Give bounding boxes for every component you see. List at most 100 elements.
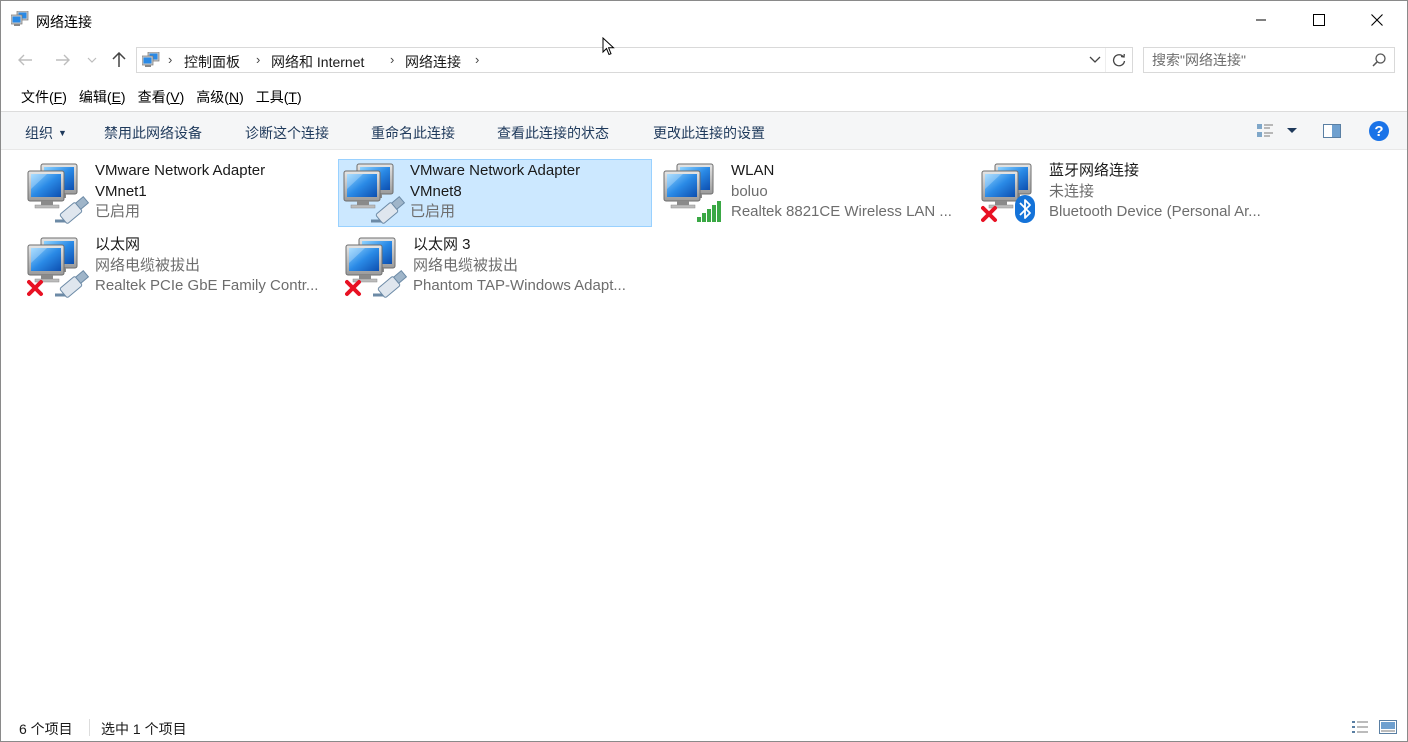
details-view-button[interactable] xyxy=(1351,719,1369,740)
tiles-view-icon xyxy=(1257,124,1273,137)
connection-bluetooth[interactable]: 蓝牙网络连接 未连接 Bluetooth Device (Personal Ar… xyxy=(961,159,1275,227)
up-button[interactable] xyxy=(106,47,132,73)
connection-status: 已启用 xyxy=(95,203,141,220)
help-button[interactable]: ? xyxy=(1368,120,1390,142)
menu-view-tail: ) xyxy=(179,89,185,105)
maximize-icon xyxy=(1313,14,1325,26)
menu-view[interactable]: 查看(V) xyxy=(134,81,193,111)
change-settings-button[interactable]: 更改此连接的设置 xyxy=(653,123,765,143)
connection-device: Phantom TAP-Windows Adapt... xyxy=(413,277,626,294)
network-connections-window: 网络连接 › 控制面板 › 网络和 Internet › 网络连接 › 搜索"网… xyxy=(0,0,1408,742)
back-button[interactable] xyxy=(12,47,38,73)
mouse-cursor-icon xyxy=(602,37,615,56)
forward-button[interactable] xyxy=(50,47,76,73)
close-icon xyxy=(1371,14,1383,26)
maximize-button[interactable] xyxy=(1290,1,1348,39)
organize-button[interactable]: 组织 ▼ xyxy=(25,123,67,143)
view-status-button[interactable]: 查看此连接的状态 xyxy=(497,123,609,143)
menu-view-accesskey: V xyxy=(170,89,180,105)
details-view-icon xyxy=(1352,721,1368,733)
breadcrumb-control-panel[interactable]: 控制面板 xyxy=(184,52,240,72)
change-view-button[interactable] xyxy=(1256,120,1298,142)
connection-name: VMware Network Adapter xyxy=(410,162,581,179)
menu-file-label: 文件( xyxy=(21,89,54,105)
menu-advanced-accesskey: N xyxy=(228,89,240,105)
menu-tools[interactable]: 工具(T) xyxy=(252,81,310,111)
arrow-left-icon xyxy=(18,54,32,66)
connection-vmnet1[interactable]: VMware Network Adapter VMnet1 已启用 xyxy=(7,159,321,227)
connection-device: Bluetooth Device (Personal Ar... xyxy=(1049,203,1261,220)
connection-name: 蓝牙网络连接 xyxy=(1049,162,1140,179)
menu-edit-tail: ) xyxy=(120,89,126,105)
search-icon[interactable] xyxy=(1372,53,1386,67)
connection-vmnet8[interactable]: VMware Network Adapter VMnet8 已启用 xyxy=(338,159,652,227)
breadcrumb-separator-icon[interactable]: › xyxy=(475,52,479,67)
search-box[interactable] xyxy=(1143,47,1395,73)
menu-tools-accesskey: T xyxy=(288,89,297,105)
connection-status: 已启用 xyxy=(410,203,456,220)
navigation-row: › 控制面板 › 网络和 Internet › 网络连接 › xyxy=(1,41,1407,79)
menu-edit[interactable]: 编辑(E) xyxy=(75,81,134,111)
command-bar: 组织 ▼ 禁用此网络设备 诊断这个连接 重命名此连接 查看此连接的状态 更改此连接… xyxy=(1,112,1407,150)
connection-name-line2: VMnet1 xyxy=(95,182,147,200)
connection-name: 以太网 xyxy=(95,236,141,253)
menu-advanced-tail: ) xyxy=(239,89,244,105)
connections-list: VMware Network Adapter VMnet1 已启用 VMware… xyxy=(2,150,1407,710)
disconnected-x-icon xyxy=(345,280,361,296)
connection-ethernet[interactable]: 以太网 网络电缆被拔出 Realtek PCIe GbE Family Cont… xyxy=(7,233,321,301)
svg-text:?: ? xyxy=(1374,123,1383,140)
menu-advanced[interactable]: 高级(N) xyxy=(192,81,251,111)
connection-name: 以太网 3 xyxy=(413,236,471,253)
connection-name: VMware Network Adapter xyxy=(95,162,266,179)
refresh-icon xyxy=(1112,53,1126,67)
organize-label: 组织 xyxy=(25,125,53,141)
connection-ethernet-3[interactable]: 以太网 3 网络电缆被拔出 Phantom TAP-Windows Adapt.… xyxy=(325,233,639,301)
title-bar: 网络连接 xyxy=(1,1,1407,39)
wifi-signal-icon xyxy=(697,201,721,222)
caret-down-icon: ▼ xyxy=(58,128,67,138)
minimize-button[interactable] xyxy=(1232,1,1290,39)
connection-status: 未连接 xyxy=(1049,182,1095,200)
arrow-up-icon xyxy=(112,52,126,67)
menu-file[interactable]: 文件(F) xyxy=(9,81,75,111)
help-icon: ? xyxy=(1369,121,1389,141)
chevron-down-icon xyxy=(1089,56,1101,63)
search-input[interactable] xyxy=(1152,51,1362,69)
breadcrumb-network-internet[interactable]: 网络和 Internet xyxy=(271,52,364,72)
arrow-right-icon xyxy=(56,54,70,66)
connection-name: WLAN xyxy=(731,162,775,179)
connection-device: Realtek PCIe GbE Family Contr... xyxy=(95,277,319,294)
breadcrumb-separator-icon[interactable]: › xyxy=(256,52,260,67)
menu-file-tail: ) xyxy=(62,89,67,105)
address-history-dropdown[interactable] xyxy=(1085,48,1105,72)
refresh-button[interactable] xyxy=(1105,48,1132,72)
ethernet-adapter-icon xyxy=(345,237,407,299)
connection-name-line2: VMnet8 xyxy=(410,182,462,200)
network-connections-icon xyxy=(11,11,29,26)
menu-view-label: 查看( xyxy=(137,89,171,105)
breadcrumb-separator-icon[interactable]: › xyxy=(168,52,172,67)
recent-locations-button[interactable] xyxy=(83,47,101,73)
disconnected-x-icon xyxy=(27,280,43,296)
connection-device: Realtek 8821CE Wireless LAN ... xyxy=(731,203,952,220)
menu-edit-label: 编辑( xyxy=(78,89,112,105)
large-icons-view-button[interactable] xyxy=(1379,719,1397,740)
disable-device-button[interactable]: 禁用此网络设备 xyxy=(104,123,202,143)
diagnose-connection-button[interactable]: 诊断这个连接 xyxy=(245,123,329,143)
breadcrumb-network-connections[interactable]: 网络连接 xyxy=(405,52,461,72)
status-bar: 6 个项目 选中 1 个项目 xyxy=(1,711,1407,742)
selected-count: 选中 1 个项目 xyxy=(101,721,187,737)
rename-connection-button[interactable]: 重命名此连接 xyxy=(371,123,455,143)
minimize-icon xyxy=(1256,19,1266,21)
connection-status: 网络电缆被拔出 xyxy=(95,256,201,274)
caret-down-icon xyxy=(1287,128,1297,133)
connection-wlan[interactable]: WLAN boluo Realtek 8821CE Wireless LAN .… xyxy=(643,159,957,227)
preview-pane-button[interactable] xyxy=(1323,120,1341,142)
ethernet-adapter-icon xyxy=(27,237,89,299)
menu-bar: 文件(F) 编辑(E) 查看(V) 高级(N) 工具(T) xyxy=(9,81,310,111)
breadcrumb-separator-icon[interactable]: › xyxy=(390,52,394,67)
connection-network: boluo xyxy=(731,182,768,200)
connection-status: 网络电缆被拔出 xyxy=(413,256,519,274)
close-button[interactable] xyxy=(1348,1,1406,39)
address-bar[interactable]: › 控制面板 › 网络和 Internet › 网络连接 › xyxy=(136,47,1133,73)
